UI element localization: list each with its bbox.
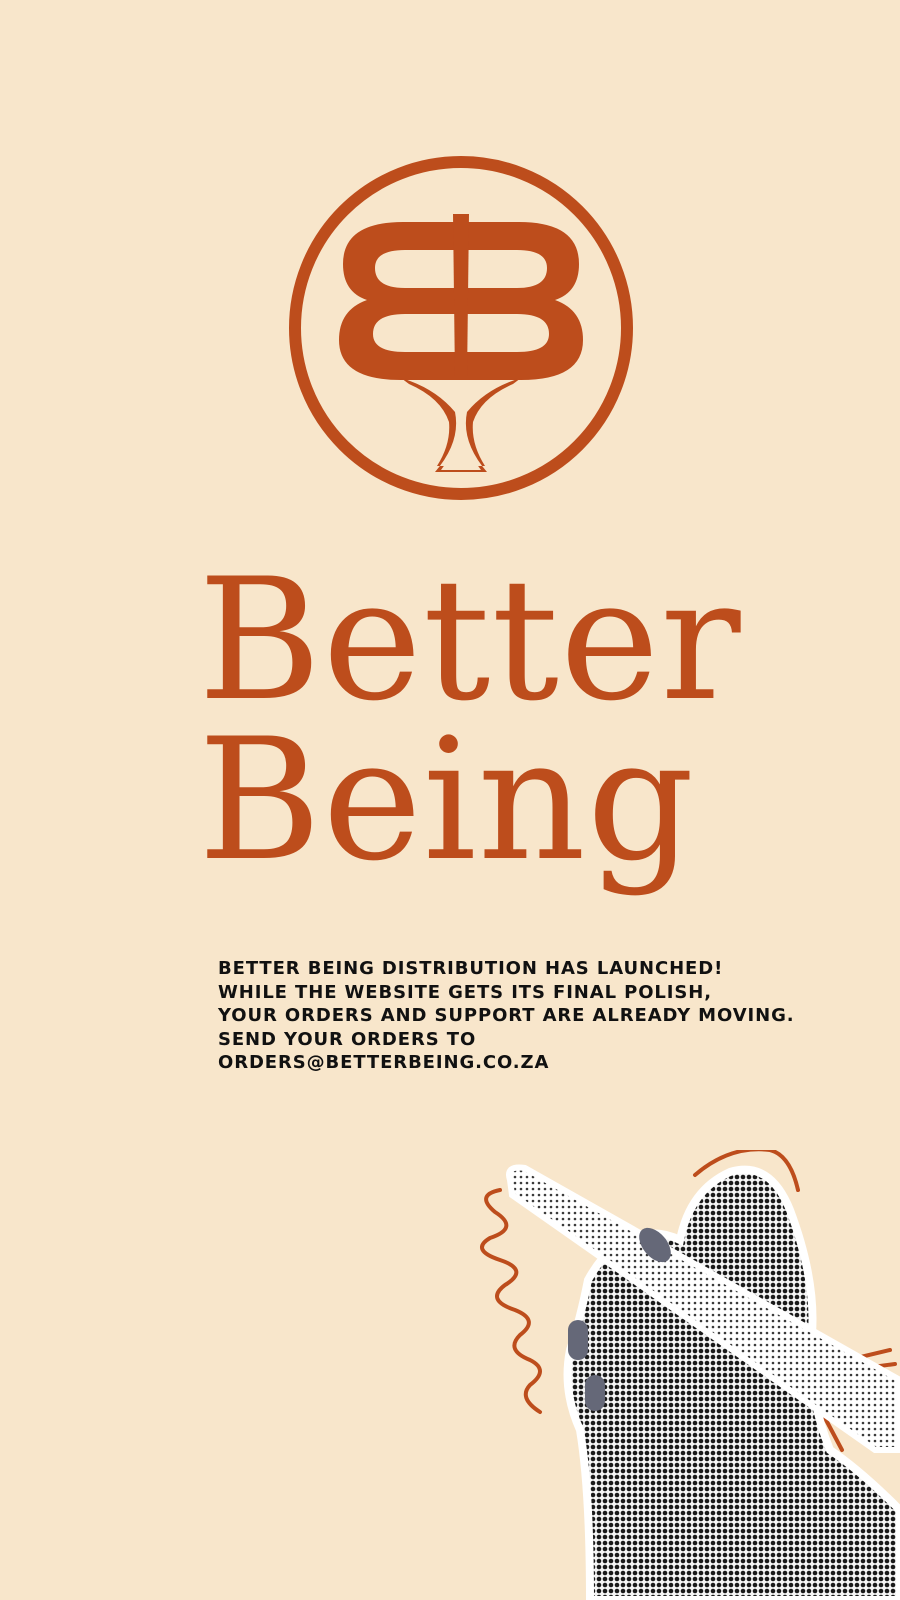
hand-holding-marker-icon bbox=[480, 1150, 900, 1600]
announcement-line: SEND YOUR ORDERS TO bbox=[218, 1028, 477, 1050]
orders-email: ORDERS@BETTERBEING.CO.ZA bbox=[218, 1052, 550, 1073]
announcement-line: WHILE THE WEBSITE GETS ITS FINAL POLISH, bbox=[218, 981, 712, 1003]
announcement-text: BETTER BEING DISTRIBUTION HAS LAUNCHED! … bbox=[218, 957, 818, 1075]
brand-name-line-1: Better bbox=[198, 542, 742, 738]
brand-name-line-2: Being bbox=[198, 702, 696, 898]
announcement-poster: Better Being BETTER BEING DISTRIBUTION H… bbox=[0, 0, 900, 1600]
announcement-line: BETTER BEING DISTRIBUTION HAS LAUNCHED! bbox=[218, 958, 724, 979]
brand-wordmark: Better Being bbox=[198, 542, 758, 898]
bb-monogram-logo-icon bbox=[289, 156, 633, 500]
announcement-line: YOUR ORDERS AND SUPPORT ARE ALREADY MOVI… bbox=[218, 1005, 795, 1026]
